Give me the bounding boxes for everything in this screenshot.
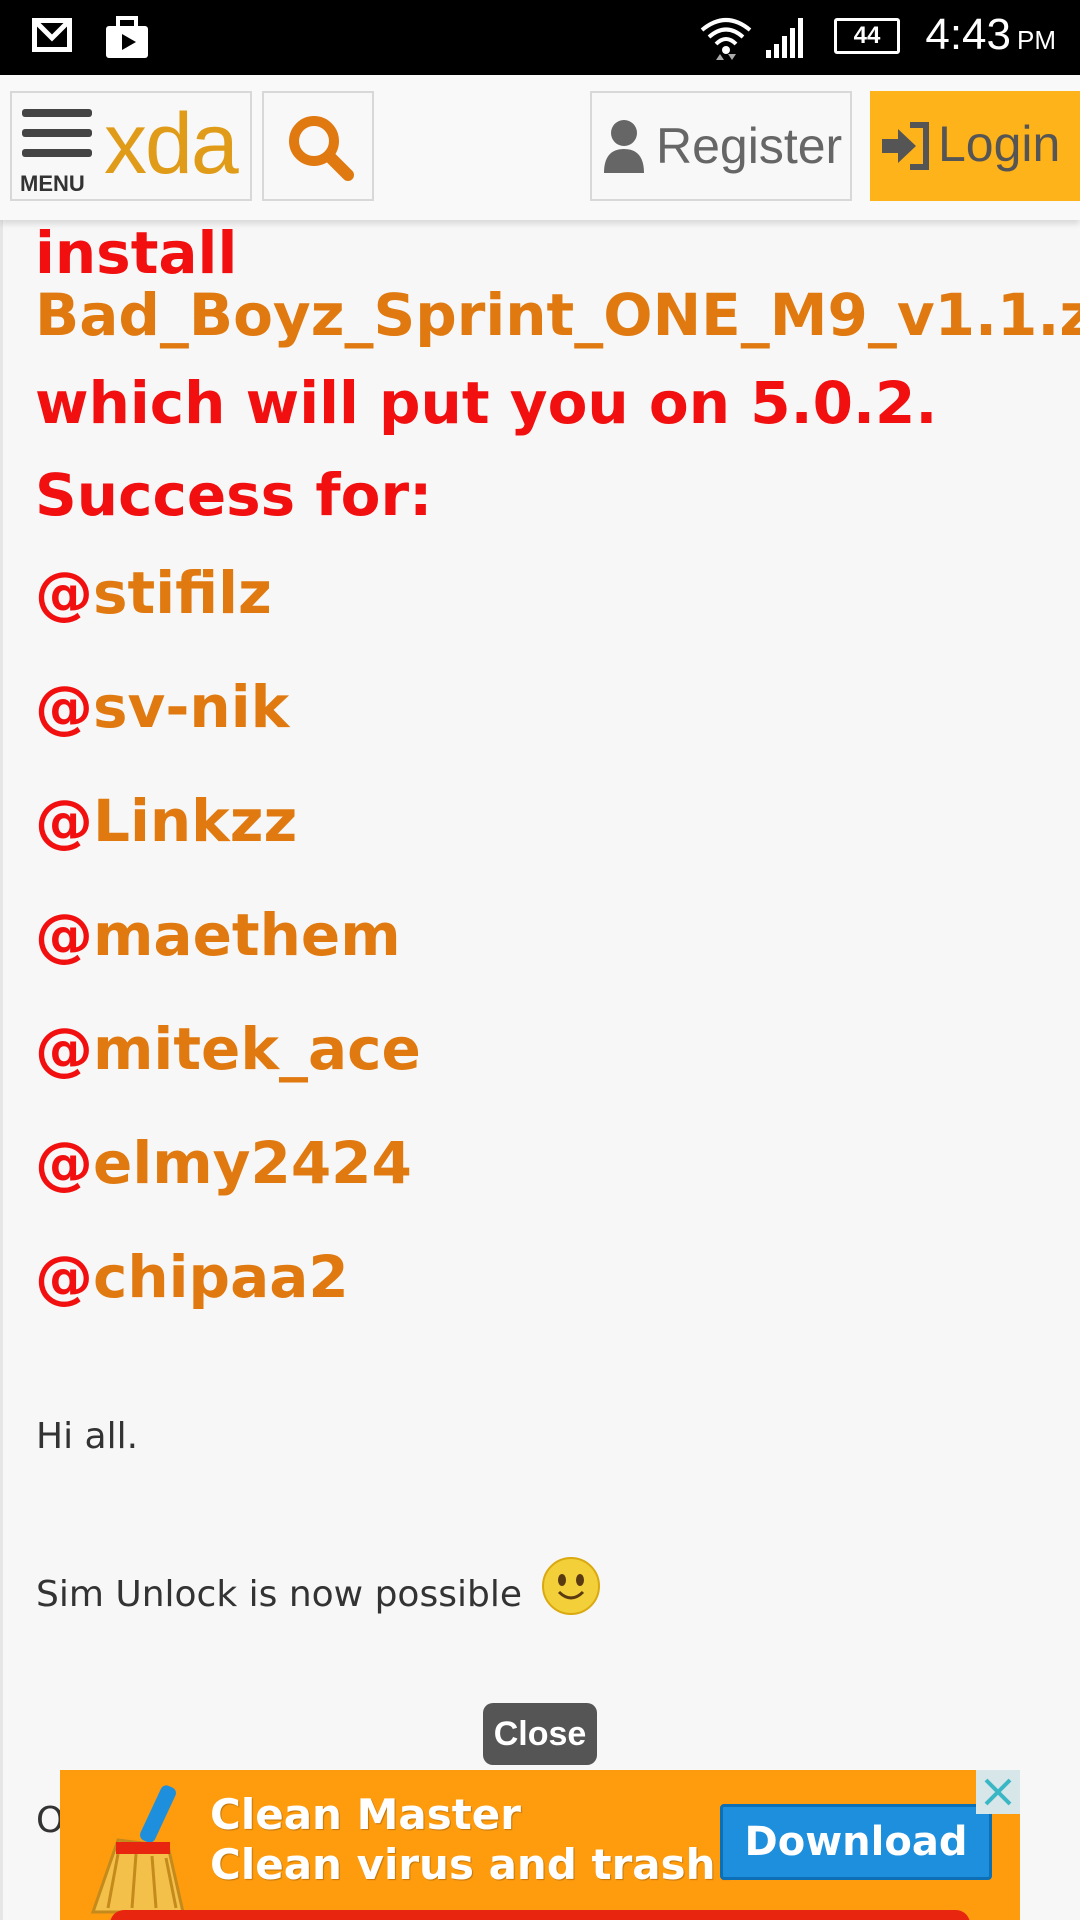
username: Linkzz [93,787,298,855]
post-paragraph-text: Sim Unlock is now possible [36,1574,522,1615]
register-label: Register [656,118,843,174]
at-symbol: @ [35,1129,93,1197]
menu-label: MENU [20,171,85,196]
media-icon [106,16,148,58]
smile-emoji-icon [542,1557,601,1615]
ad-close-pill-button[interactable]: Close [483,1703,597,1765]
search-button[interactable] [262,91,374,201]
user-mention[interactable]: @mitek_ace [35,1020,421,1078]
username: stifilz [93,559,272,627]
register-button[interactable]: Register [590,91,852,201]
post-content: install Bad_Boyz_Sprint_ONE_M9_v1.1.zip … [0,190,1080,1920]
at-symbol: @ [35,1015,93,1083]
wifi-icon [700,18,752,60]
ad-download-button[interactable]: Download [720,1804,992,1880]
xda-logo[interactable]: xda [104,101,239,187]
clock: 4:43 PM [925,10,1056,60]
battery-level: 44 [853,22,881,49]
user-icon [604,120,644,173]
sign-in-icon [882,122,929,170]
post-line: Success for: [35,461,433,529]
at-symbol: @ [35,787,93,855]
post-paragraph: Sim Unlock is now possible [36,1546,601,1615]
username: mitek_ace [93,1015,421,1083]
post-line: install [35,219,238,287]
username: elmy2424 [93,1129,412,1197]
at-symbol: @ [35,901,93,969]
attachment-link[interactable]: Bad_Boyz_Sprint_ONE_M9_v1.1.zip [35,286,1080,344]
at-symbol: @ [35,1243,93,1311]
username: maethem [93,901,401,969]
battery-icon: 44 [834,18,900,54]
user-mention[interactable]: @sv-nik [35,678,289,736]
ad-banner[interactable]: Clean Master Clean virus and trash! Down… [60,1770,1020,1920]
post-paragraph: Hi all. [36,1416,139,1457]
user-mention[interactable]: @maethem [35,906,401,964]
login-label: Login [938,116,1061,172]
at-symbol: @ [35,673,93,741]
gmail-icon [32,18,72,52]
clock-ampm: PM [1017,25,1056,55]
status-bar: 44 4:43 PM [0,0,1080,75]
hamburger-icon [22,109,92,157]
ad-decoration [110,1910,970,1920]
search-icon [289,116,354,181]
user-mention[interactable]: @stifilz [35,564,272,622]
broom-icon [90,1785,185,1914]
ad-title: Clean Master [210,1790,521,1839]
user-mention[interactable]: @Linkzz [35,792,297,850]
login-button[interactable]: Login [870,91,1080,201]
close-icon [984,1778,1012,1806]
menu-button[interactable]: MENU xda [10,91,252,201]
user-mention[interactable]: @chipaa2 [35,1248,349,1306]
site-header: MENU xda Register Login [0,75,1080,220]
ad-close-button[interactable] [976,1770,1020,1814]
user-mention[interactable]: @elmy2424 [35,1134,412,1192]
ad-subtitle: Clean virus and trash! [210,1840,735,1889]
username: sv-nik [93,673,290,741]
signal-icon [766,18,803,58]
clock-time: 4:43 [925,10,1011,59]
post-line: which will put you on 5.0.2. [35,369,938,437]
at-symbol: @ [35,559,93,627]
username: chipaa2 [93,1243,349,1311]
